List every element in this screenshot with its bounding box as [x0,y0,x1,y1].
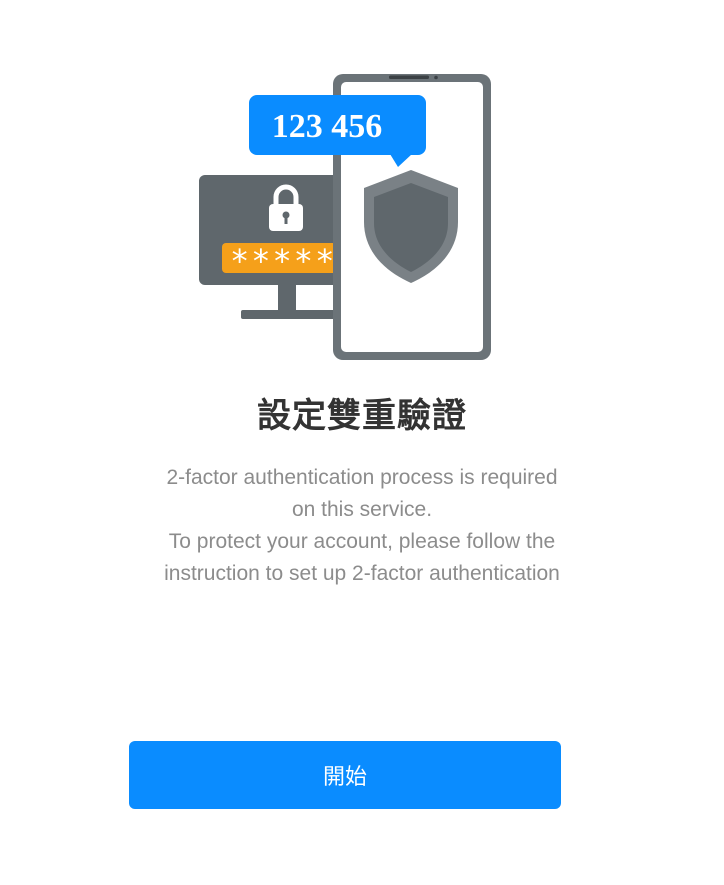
verification-code-text: 123 456 [272,108,383,145]
description: 2-factor authentication process is requi… [62,462,662,590]
page-title: 設定雙重驗證 [257,396,467,436]
description-line: instruction to set up 2-factor authentic… [164,562,560,585]
description-line: To protect your account, please follow t… [168,530,556,553]
description-line: on this service. [291,498,433,521]
two-factor-illustration: ***** 123 456 [199,74,491,360]
password-field-icon: ***** [222,242,347,280]
description-line: 2-factor authentication process is requi… [166,466,558,489]
password-mask-text: ***** [230,242,336,280]
start-button[interactable]: 開始 [129,741,561,809]
